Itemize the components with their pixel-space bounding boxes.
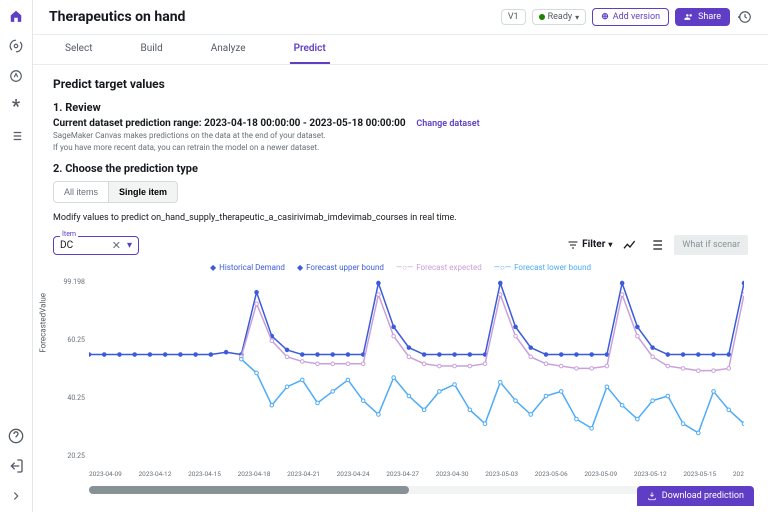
prediction-type-toggle: All items Single item (53, 181, 748, 203)
all-items-button[interactable]: All items (53, 181, 109, 203)
tab-build[interactable]: Build (136, 35, 166, 64)
home-icon[interactable] (8, 8, 24, 24)
y-axis-label: ForecastedValue (39, 293, 48, 353)
tab-bar: Select Build Analyze Predict (33, 35, 768, 65)
dataset-icon[interactable] (8, 38, 24, 54)
clear-item-icon[interactable]: ✕ (112, 239, 121, 252)
dropdown-icon[interactable]: ▾ (127, 240, 132, 251)
chart-legend: ◆Historical Demand ◆Forecast upper bound… (53, 263, 748, 272)
help-icon[interactable] (8, 428, 24, 444)
filter-button[interactable]: Filter ▾ (567, 239, 612, 251)
add-version-button[interactable]: ⊕Add version (592, 8, 669, 26)
tab-predict[interactable]: Predict (290, 35, 330, 64)
list-icon[interactable] (8, 128, 24, 144)
step2-heading: 2. Choose the prediction type (53, 162, 748, 175)
list-view-icon[interactable] (648, 237, 664, 253)
logout-icon[interactable] (8, 458, 24, 474)
page-title: Therapeutics on hand (49, 9, 495, 25)
help-text-2: If you have more recent data, you can re… (53, 143, 748, 153)
item-select[interactable]: Item DC ✕ ▾ (53, 236, 139, 255)
header-bar: Therapeutics on hand V1 Ready▾ ⊕Add vers… (33, 0, 768, 35)
what-if-button: What if scenar (674, 235, 748, 255)
help-text-1: SageMaker Canvas makes predictions on th… (53, 131, 748, 141)
tab-analyze[interactable]: Analyze (207, 35, 250, 64)
download-prediction-button[interactable]: Download prediction (637, 486, 754, 506)
version-selector[interactable]: V1 (501, 9, 526, 25)
model-icon[interactable] (8, 68, 24, 84)
expand-rail-icon[interactable] (8, 488, 24, 504)
status-badge[interactable]: Ready▾ (532, 9, 587, 25)
left-nav-rail: * (0, 0, 33, 512)
single-item-button[interactable]: Single item (109, 181, 178, 203)
modify-msg: Modify values to predict on_hand_supply_… (53, 213, 748, 223)
forecast-chart: ForecastedValue 99.19860.2540.2520.25 20… (53, 278, 748, 478)
section-title: Predict target values (53, 77, 748, 91)
prediction-range: Current dataset prediction range: 2023-0… (53, 118, 406, 129)
chart-scrollbar[interactable] (89, 486, 728, 494)
tab-select[interactable]: Select (61, 35, 96, 64)
step1-heading: 1. Review (53, 101, 748, 114)
line-chart-icon[interactable] (622, 237, 638, 253)
history-icon[interactable] (738, 10, 752, 24)
item-value: DC (60, 240, 73, 251)
share-button[interactable]: Share (675, 8, 730, 26)
change-dataset-link[interactable]: Change dataset (416, 119, 479, 129)
asterisk-icon[interactable]: * (8, 98, 24, 114)
